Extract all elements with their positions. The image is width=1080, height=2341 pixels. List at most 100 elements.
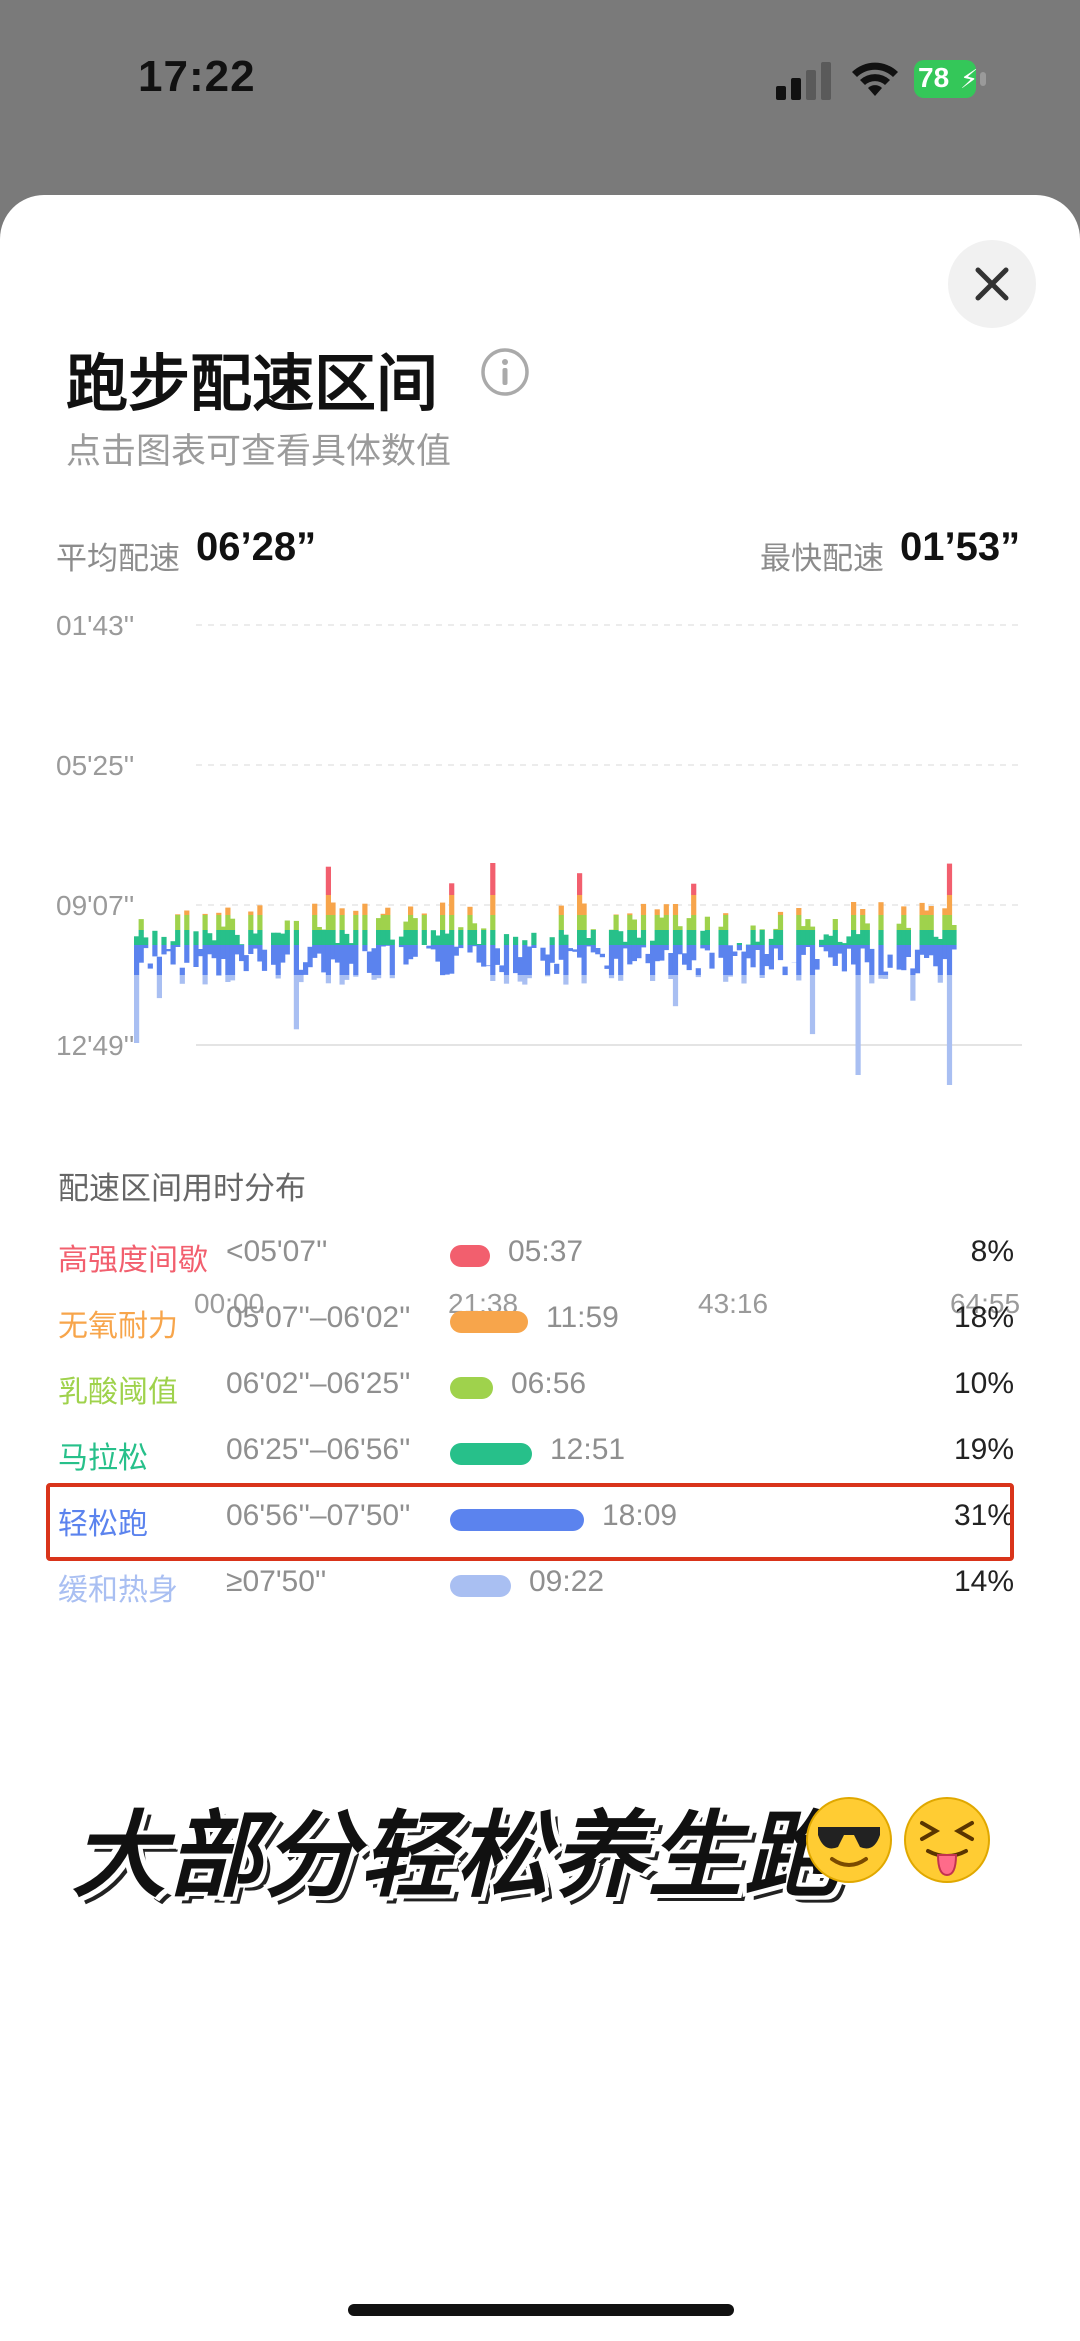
pace-bar-segment [832,930,838,945]
pace-bar-segment [494,948,500,965]
pace-bar-segment [449,915,455,930]
zone-name: 高强度间歇 [58,1244,208,1277]
pace-bar-segment [668,953,674,975]
pace-bar-segment [951,930,957,945]
sunglasses-emoji-icon [806,1797,892,1883]
pace-bar-segment [248,930,254,945]
pace-bar-segment [280,945,286,963]
pace-bar-segment [531,932,537,945]
pace-bar-segment [745,945,752,959]
pace-bar-segment [928,930,934,945]
pace-bar-segment [179,967,185,975]
y-tick-label: 01'43'' [56,610,134,641]
pace-bar-segment [252,933,258,945]
pace-bar-segment [914,949,921,974]
pace-bar-segment [503,945,510,975]
zone-row[interactable]: 无氧耐力 05'07''–06'02'' 11:59 18% [0,1291,1080,1351]
pace-bar-segment [841,943,847,945]
close-button[interactable] [948,240,1036,328]
pace-bar-segment [654,909,660,915]
pace-bar-segment [563,975,569,985]
pace-bar-segment [229,975,236,981]
pace-bar-segment [421,930,427,945]
pace-bar-segment [654,945,660,962]
zone-row[interactable]: 乳酸阈值 06'02''–06'25'' 06:56 10% [0,1357,1080,1417]
pace-bar-segment [435,935,441,945]
pace-bar-segment [919,902,925,915]
pace-bar-segment [385,945,391,946]
pace-bar-segment [380,915,386,930]
pace-bar-segment [220,930,226,945]
pace-bar-segment [545,954,551,975]
pace-bar-segment [627,915,633,930]
pace-bar-segment [942,915,948,930]
pace-bar-segment [380,930,386,945]
cellular-signal-icon [776,62,831,100]
pace-bar-segment [293,975,299,1030]
pace-bar-segment [408,906,414,915]
pace-bar-segment [869,948,875,975]
pace-bar-segment [303,962,309,975]
pace-bar-segment [709,952,715,969]
pace-bar-segment [444,945,450,975]
pace-bar-segment [860,930,866,945]
pace-bar-segment [490,915,496,930]
pace-bar-segment [261,949,268,971]
pace-bar-segment [901,930,907,945]
pace-bar-segment [946,915,953,930]
pace-bar-segment [691,930,697,945]
pace-bar-segment [905,927,911,930]
zone-bar [450,1245,490,1267]
pace-bar-segment [280,933,286,945]
pace-bar-segment [284,930,290,945]
pace-bar-segment [321,930,327,945]
pace-bar-segment [426,945,432,949]
pace-bar-segment [503,975,510,984]
pace-bar-segment [627,913,633,915]
pace-bar-segment [924,945,930,958]
tongue-squint-emoji-icon [904,1797,990,1883]
pace-bar-segment [800,926,806,930]
pace-bar-segment [946,930,953,945]
pace-bar-segment [928,945,934,956]
pace-bar-segment [458,945,464,949]
pace-bar-segment [691,883,697,895]
pace-bar-segment [558,905,564,915]
pace-bar-segment [796,915,802,930]
pace-bar-segment [933,936,939,945]
pace-bar-segment [695,975,701,978]
pace-bar-segment [677,930,683,945]
pace-zone-sheet: 跑步配速区间 点击图表可查看具体数值 平均配速 06’28” 最快配速 01’5… [0,195,1080,2341]
pace-bar-segment [248,915,254,930]
pace-bar-segment [398,945,405,948]
pace-bar-segment [887,954,893,968]
pace-bar-segment [440,945,446,975]
pace-bar-segment [768,945,774,970]
zone-row[interactable]: 马拉松 06'25''–06'56'' 12:51 19% [0,1423,1080,1483]
pace-bar-segment [832,945,838,966]
pace-bar-segment [640,945,647,948]
pace-bar-segment [225,915,231,930]
pace-bar-segment [385,907,391,915]
pace-bar-segment [184,945,190,963]
pace-bar-segment [819,945,825,948]
info-icon[interactable] [480,347,530,397]
pace-bar-segment [937,945,943,975]
zone-row[interactable]: 缓和热身 ≥07'50'' 09:22 14% [0,1555,1080,1615]
pace-bar-segment [882,975,889,979]
pace-bar-segment [348,945,354,964]
pace-bar-segment [613,915,619,930]
pace-bar-segment [202,913,208,915]
zone-row[interactable]: 高强度间歇 <05'07'' 05:37 8% [0,1225,1080,1285]
home-indicator[interactable] [348,2304,734,2316]
pace-bar-segment [440,902,446,915]
pace-bar-segment [919,930,925,945]
zone-name: 无氧耐力 [58,1310,178,1343]
pace-bar-segment [672,975,679,1007]
pace-bar-segment [604,965,610,969]
pace-bar-segment [248,945,254,954]
pace-bar-segment [156,956,162,975]
pace-bar-segment [225,975,231,982]
pace-bar-segment [312,945,318,958]
pace-bar-segment [325,975,331,984]
